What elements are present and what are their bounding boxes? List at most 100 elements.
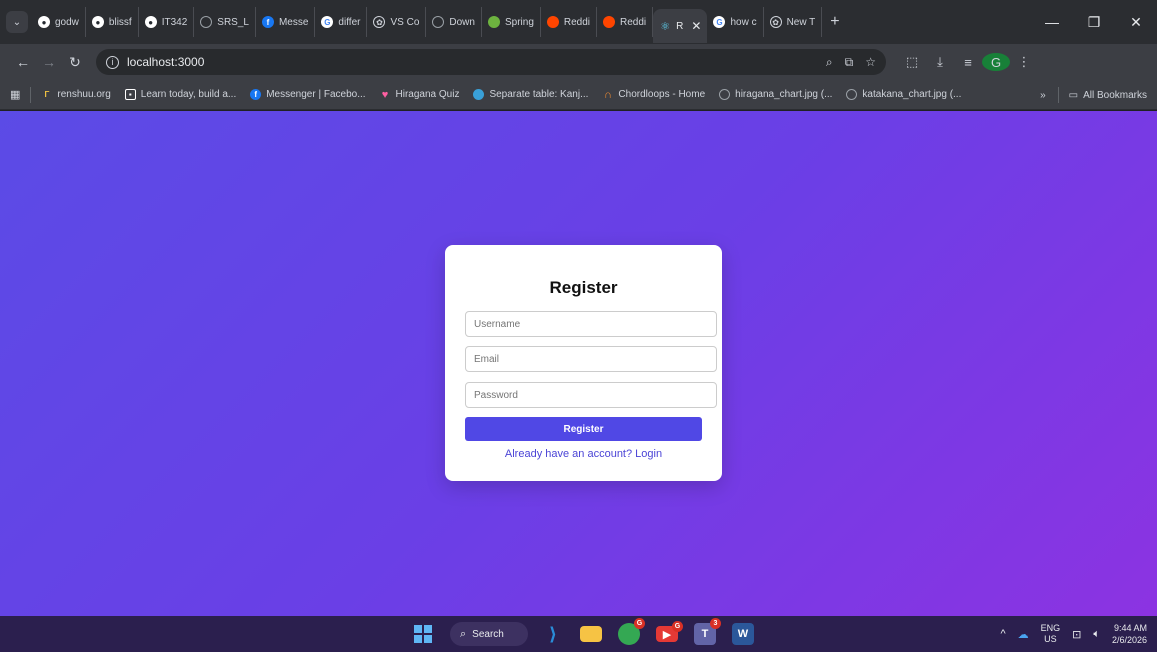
chrome-profile-badge: G xyxy=(634,618,645,629)
taskbar-center: ⌕ Search ⟩ G ▶ G T 3 W xyxy=(414,616,770,652)
language-code: ENG xyxy=(1040,623,1061,633)
extensions-icon[interactable]: ⬚ xyxy=(898,54,926,70)
email-input[interactable] xyxy=(465,346,717,372)
tab-google-how[interactable]: G how c xyxy=(707,7,764,37)
all-bookmarks-button[interactable]: All Bookmarks xyxy=(1083,90,1147,101)
tab-title: godw xyxy=(55,16,79,28)
clock-time: 9:44 AM xyxy=(1113,623,1147,633)
username-input[interactable] xyxy=(465,311,717,337)
word-icon[interactable]: W xyxy=(732,623,754,645)
tab-title: IT342 xyxy=(161,16,188,28)
tab-godw[interactable]: ● godw xyxy=(32,7,86,37)
bookmark-learn-today[interactable]: ▪ Learn today, build a... xyxy=(124,89,236,100)
network-icon[interactable]: ⊡ xyxy=(1072,628,1081,641)
bookmark-star-icon[interactable]: ☆ xyxy=(865,55,876,69)
tab-google-differ[interactable]: G differ xyxy=(315,7,368,37)
tab-reddit-1[interactable]: Reddi xyxy=(541,7,598,37)
tab-reddit-2[interactable]: Reddi xyxy=(597,7,654,37)
restore-icon[interactable]: ❐ xyxy=(1073,14,1115,31)
forward-arrow-icon[interactable]: → xyxy=(36,54,62,70)
onedrive-cloud-icon[interactable]: ☁ xyxy=(1018,628,1029,641)
bookmark-messenger[interactable]: f Messenger | Facebo... xyxy=(250,89,366,100)
bookmarks-separator xyxy=(1057,87,1059,103)
bookmark-label: katakana_chart.jpg (... xyxy=(862,89,962,100)
app-icon: ▪ xyxy=(124,89,136,100)
taskbar-search-label: Search xyxy=(472,628,504,640)
tab-vscode[interactable]: ✿ VS Co xyxy=(367,7,427,37)
windows-start-icon[interactable] xyxy=(414,625,432,643)
search-icon: ⌕ xyxy=(460,627,467,640)
chevron-down-icon[interactable]: ⌄ xyxy=(6,11,28,33)
back-arrow-icon[interactable]: ← xyxy=(10,54,36,70)
globe-icon xyxy=(719,89,731,100)
bookmark-kanji-table[interactable]: Separate table: Kanj... xyxy=(473,89,588,100)
youtube-icon[interactable]: ▶ G xyxy=(656,621,683,642)
facebook-icon: f xyxy=(261,16,274,28)
heart-icon: ♥ xyxy=(381,88,389,101)
clock-date: 2/6/2026 xyxy=(1111,635,1147,645)
site-info-icon[interactable]: i xyxy=(106,55,119,69)
globe-icon xyxy=(473,89,485,100)
window-controls: — ❐ ✕ xyxy=(1031,0,1157,44)
address-bar[interactable]: i localhost:3000 ⌕ ⧉ ☆ xyxy=(96,49,886,75)
bookmarks-overflow-button[interactable]: » xyxy=(1040,90,1046,101)
register-title: Register xyxy=(549,278,618,297)
close-icon[interactable]: ✕ xyxy=(691,19,701,33)
tab-downloads[interactable]: Down xyxy=(426,7,482,37)
bookmark-label: renshuu.org xyxy=(57,89,111,100)
folder-icon: ▭ xyxy=(1068,89,1079,101)
chrome-icon[interactable]: G xyxy=(618,618,645,645)
register-card: Register Register Already have an accoun… xyxy=(445,245,722,481)
tab-title: Down xyxy=(449,16,475,28)
renshuu-icon: Γ xyxy=(44,90,50,99)
tab-spring[interactable]: Spring xyxy=(482,7,541,37)
github-icon: ● xyxy=(38,16,50,28)
profile-avatar[interactable]: G xyxy=(982,53,1010,71)
reading-list-icon[interactable]: ≡ xyxy=(954,55,982,70)
tab-new-tab[interactable]: ✿ New T xyxy=(764,7,823,37)
tab-it342[interactable]: ● IT342 xyxy=(139,7,195,37)
password-input[interactable] xyxy=(465,382,717,408)
tab-title: Spring xyxy=(504,16,534,28)
reload-icon[interactable]: ↻ xyxy=(62,54,88,71)
tray-chevron-up-icon[interactable]: ^ xyxy=(1000,628,1005,640)
teams-icon[interactable]: T 3 xyxy=(694,618,721,645)
tab-react-active[interactable]: ⚛ R ✕ xyxy=(653,9,708,43)
cast-icon[interactable]: ⧉ xyxy=(845,55,854,70)
tab-title: how c xyxy=(730,16,757,28)
register-button[interactable]: Register xyxy=(465,417,702,441)
bookmark-hiragana-chart[interactable]: hiragana_chart.jpg (... xyxy=(719,89,832,100)
tab-messenger[interactable]: f Messe xyxy=(256,7,316,37)
system-clock[interactable]: 9:44 AM 2/6/2026 xyxy=(1112,622,1147,646)
apps-grid-icon[interactable]: ▦ xyxy=(10,88,20,101)
minimize-icon[interactable]: — xyxy=(1031,14,1073,30)
downloads-icon[interactable]: ⤓ xyxy=(926,54,954,70)
tab-title: Reddi xyxy=(563,16,591,28)
volume-icon[interactable]: 🔈︎ xyxy=(1093,628,1100,641)
bookmark-katakana-chart[interactable]: katakana_chart.jpg (... xyxy=(846,89,961,100)
bookmark-label: Hiragana Quiz xyxy=(395,89,460,100)
bookmark-label: hiragana_chart.jpg (... xyxy=(735,89,833,100)
tab-title: blissf xyxy=(108,16,132,28)
tab-srs[interactable]: SRS_L xyxy=(194,7,256,37)
bookmarks-right: » ▭ All Bookmarks xyxy=(1040,80,1147,110)
close-window-icon[interactable]: ✕ xyxy=(1115,14,1157,31)
reddit-icon xyxy=(603,16,616,28)
tab-blissf[interactable]: ● blissf xyxy=(86,7,139,37)
reddit-icon xyxy=(546,16,559,28)
bookmarks-bar: ▦ Γ renshuu.org ▪ Learn today, build a..… xyxy=(0,80,1157,110)
zoom-icon[interactable]: ⌕ xyxy=(826,55,833,70)
taskbar-search[interactable]: ⌕ Search xyxy=(450,622,528,646)
login-link[interactable]: Already have an account? Login xyxy=(445,448,722,460)
new-tab-button[interactable]: + xyxy=(822,13,847,31)
tab-title: New T xyxy=(786,16,816,28)
folder-icon[interactable] xyxy=(580,626,602,642)
bookmark-chordloops[interactable]: ∩ Chordloops - Home xyxy=(602,89,705,101)
language-indicator[interactable]: ENG US xyxy=(1041,623,1061,645)
react-icon: ⚛ xyxy=(660,20,671,33)
vscode-icon[interactable]: ⟩ xyxy=(542,623,564,645)
bookmark-renshuu[interactable]: Γ renshuu.org xyxy=(41,89,111,100)
google-icon: G xyxy=(321,16,334,28)
bookmark-hiragana-quiz[interactable]: ♥ Hiragana Quiz xyxy=(380,88,460,101)
more-menu-icon[interactable]: ⋮ xyxy=(1010,54,1038,70)
